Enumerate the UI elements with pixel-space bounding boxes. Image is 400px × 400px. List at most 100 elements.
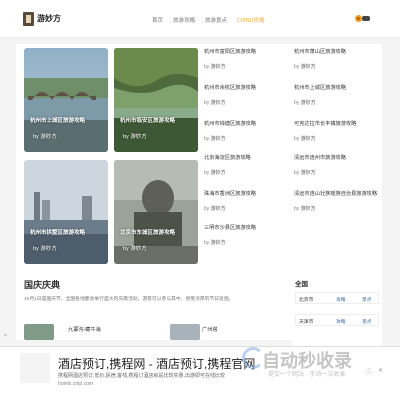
author-name: 游妙方	[300, 136, 316, 142]
brand-name[interactable]: 游妙方	[37, 13, 61, 24]
main-content: 杭州市上城区旅游攻略 by 游妙方 杭州市临安区旅游攻略 by 游妙方 杭州市拱…	[16, 44, 382, 266]
card-author: by 游妙方	[33, 246, 57, 252]
list-item[interactable]: 清远市连山壮族瑶族自治县旅游攻略 by 游妙方	[294, 190, 377, 230]
list-item-title[interactable]: 杭州市富阳区旅游攻略	[204, 48, 256, 55]
theme-toggle[interactable]	[362, 16, 370, 21]
nav-item-home[interactable]: 首页	[152, 16, 163, 24]
author-name: 游妙方	[210, 206, 226, 212]
site-logo[interactable]	[23, 12, 34, 26]
list-item-title[interactable]: 三明市沙县区旅游攻略	[204, 224, 256, 231]
region-attractions-link[interactable]: 景点	[362, 296, 372, 303]
section-description: 10月1日是国庆节，全国各地都会举行盛大的庆典活动，游客可以参与其中，感受浓厚的…	[24, 297, 234, 302]
chevron-up-icon[interactable]: ^	[4, 334, 10, 340]
ad-subtext: 携程网酒店预订,低价,民宿,客栈,携程订酒店就是比较实惠,出游即可在线比较	[58, 373, 225, 379]
list-item-author: by 游妙方	[294, 205, 316, 212]
list-item-title[interactable]: 北京海淀区旅游攻略	[204, 154, 251, 161]
ad-banner[interactable]: 酒店预订,携程网 - 酒店预订,携程官网 携程网酒店预订,低价,民宿,客栈,携程…	[0, 346, 400, 400]
list-item-title[interactable]: 杭州市萧山区旅游攻略	[294, 48, 346, 55]
author-name: 游妙方	[210, 100, 226, 106]
by-label: by	[204, 170, 210, 176]
author-name: 游妙方	[300, 206, 316, 212]
list-item-author: by 游妙方	[204, 239, 226, 246]
by-label: by	[294, 64, 300, 70]
by-label: by	[294, 100, 300, 106]
scenic-thumb[interactable]	[24, 324, 54, 340]
section-title: 国庆庆典	[24, 280, 61, 290]
region-sidebar: 全国 北京市 攻略 景点 天津市 攻略 景点	[292, 266, 382, 346]
list-item[interactable]: 北京海淀区旅游攻略 by 游妙方	[204, 154, 284, 194]
region-row: 天津市 攻略 景点	[295, 314, 379, 326]
region-attractions-link[interactable]: 景点	[362, 318, 372, 325]
by-label: by	[294, 136, 300, 142]
ad-headline[interactable]: 酒店预订,携程网 - 酒店预订,携程官网	[58, 355, 255, 372]
author-name: 游妙方	[210, 64, 226, 70]
by-label: by	[204, 240, 210, 246]
list-item-author: by 游妙方	[204, 205, 226, 212]
list-item[interactable]: 清远市连州市旅游攻略 by 游妙方	[294, 154, 374, 194]
list-item-author: by 游妙方	[294, 99, 316, 106]
theme-icon[interactable]	[355, 15, 362, 22]
author-name: 游妙方	[300, 64, 316, 70]
author-name: 游妙方	[210, 170, 226, 176]
list-item-author: by 游妙方	[294, 135, 316, 142]
list-item[interactable]: 杭州市萧山区旅游攻略 by 游妙方	[294, 48, 374, 88]
close-icon[interactable]: ✕	[378, 367, 383, 374]
by-label: by	[204, 64, 210, 70]
region-guides-link[interactable]: 攻略	[336, 296, 346, 303]
card-title[interactable]: 北京市东城区旅游攻略	[120, 228, 175, 236]
sidebar-title: 全国	[295, 281, 308, 288]
list-item[interactable]: 三明市沙县区旅游攻略 by 游妙方	[204, 224, 284, 264]
list-item[interactable]: 杭州市余杭区旅游攻略 by 游妙方	[204, 84, 284, 124]
nav-item-attractions[interactable]: 旅游景点	[205, 16, 227, 24]
nav-item-guides[interactable]: 旅游攻略	[173, 16, 195, 24]
watermark-logo-icon	[242, 347, 264, 369]
scenic-row: 九寨沟-藏牛海 广州塔	[16, 320, 292, 340]
card-title[interactable]: 杭州市拱墅区旅游攻略	[30, 228, 85, 236]
by-label: by	[204, 206, 210, 212]
list-item-title[interactable]: 杭州市上城区旅游攻略	[294, 84, 346, 91]
list-item[interactable]: 杭州市上城区旅游攻略 by 游妙方	[294, 84, 374, 124]
list-item-author: by 游妙方	[204, 63, 226, 70]
card-title[interactable]: 杭州市上城区旅游攻略	[30, 116, 85, 124]
list-item-author: by 游妙方	[204, 135, 226, 142]
list-item-title[interactable]: 清远市连州市旅游攻略	[294, 154, 346, 161]
nav-item-cmnd[interactable]: CMND攻略	[237, 16, 265, 24]
author-name: 游妙方	[300, 100, 316, 106]
card-title[interactable]: 杭州市临安区旅游攻略	[120, 116, 175, 124]
scenic-title[interactable]: 广州塔	[202, 326, 218, 333]
watermark-subtext: 提交一个网站 · 手动一次收录	[268, 372, 346, 378]
list-item-author: by 游妙方	[294, 63, 316, 70]
list-item-author: by 游妙方	[294, 169, 316, 176]
list-item-author: by 游妙方	[204, 169, 226, 176]
card-author: by 游妙方	[123, 134, 147, 140]
list-item-title[interactable]: 珠海市香洲区旅游攻略	[204, 190, 256, 197]
scenic-thumb[interactable]	[170, 324, 200, 340]
list-item-title[interactable]: 杭州市钱塘区旅游攻略	[204, 120, 256, 127]
author-name: 游妙方	[300, 170, 316, 176]
card-1[interactable]: 杭州市上城区旅游攻略 by 游妙方	[24, 48, 108, 152]
ad-url[interactable]: hotels.ctrip.com	[58, 381, 93, 387]
author-name: 游妙方	[210, 136, 226, 142]
card-2[interactable]: 杭州市临安区旅游攻略 by 游妙方	[114, 48, 198, 152]
author-name: 游妙方	[210, 240, 226, 246]
card-4[interactable]: 北京市东城区旅游攻略 by 游妙方	[114, 160, 198, 264]
ad-info-icon[interactable]: ⓘ	[366, 367, 372, 376]
main-nav: 首页 旅游攻略 旅游景点 CMND攻略	[152, 16, 265, 24]
card-author: by 游妙方	[123, 246, 147, 252]
list-item-title[interactable]: 清远市连山壮族瑶族自治县旅游攻略	[294, 190, 377, 197]
region-row: 北京市 攻略 景点	[295, 292, 379, 304]
region-city[interactable]: 北京市	[299, 296, 313, 303]
top-header: 游妙方 首页 旅游攻略 旅游景点 CMND攻略	[0, 0, 400, 38]
ad-logo	[20, 353, 50, 383]
scenic-title[interactable]: 九寨沟-藏牛海	[68, 326, 101, 333]
region-city[interactable]: 天津市	[299, 318, 313, 325]
list-item-title[interactable]: 可克达拉市长丰镇旅游攻略	[294, 120, 356, 127]
card-3[interactable]: 杭州市拱墅区旅游攻略 by 游妙方	[24, 160, 108, 264]
by-label: by	[204, 136, 210, 142]
list-item-author: by 游妙方	[204, 99, 226, 106]
by-label: by	[204, 100, 210, 106]
region-guides-link[interactable]: 攻略	[336, 318, 346, 325]
list-item-title[interactable]: 杭州市余杭区旅游攻略	[204, 84, 256, 91]
list-item[interactable]: 杭州市富阳区旅游攻略 by 游妙方	[204, 48, 284, 88]
by-label: by	[294, 170, 300, 176]
